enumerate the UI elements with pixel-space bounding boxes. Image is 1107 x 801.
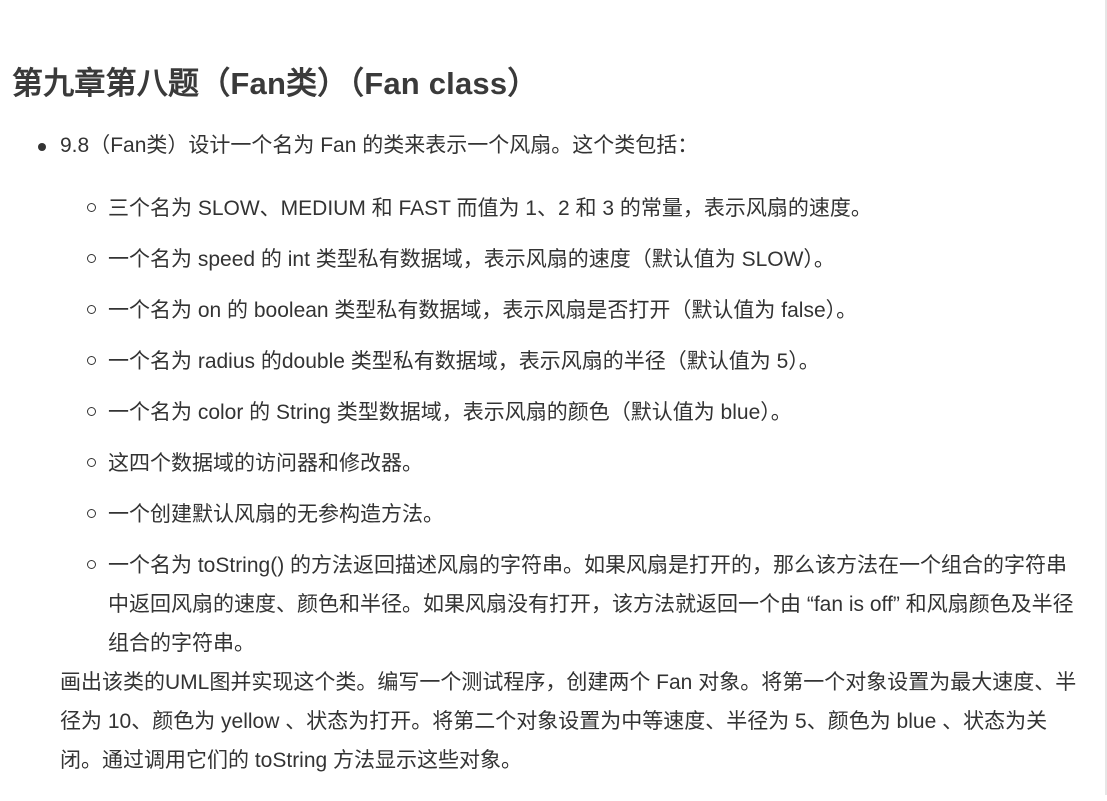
bullet-circle-icon bbox=[87, 254, 96, 263]
exercise-intro: 9.8（Fan类）设计一个名为 Fan 的类来表示一个风扇。这个类包括： bbox=[60, 134, 699, 157]
bullet-circle-icon bbox=[87, 203, 96, 212]
article-body: 9.8（Fan类）设计一个名为 Fan 的类来表示一个风扇。这个类包括： 三个名… bbox=[38, 126, 1088, 801]
requirement-item: 三个名为 SLOW、MEDIUM 和 FAST 而值为 1、2 和 3 的常量，… bbox=[60, 189, 1088, 228]
exercise-list: 9.8（Fan类）设计一个名为 Fan 的类来表示一个风扇。这个类包括： 三个名… bbox=[38, 126, 1088, 663]
requirement-text: 一个名为 toString() 的方法返回描述风扇的字符串。如果风扇是打开的，那… bbox=[108, 554, 1074, 655]
requirement-text: 一个名为 radius 的double 类型私有数据域，表示风扇的半径（默认值为… bbox=[108, 350, 820, 373]
exercise-item: 9.8（Fan类）设计一个名为 Fan 的类来表示一个风扇。这个类包括： 三个名… bbox=[38, 126, 1088, 663]
requirement-text: 三个名为 SLOW、MEDIUM 和 FAST 而值为 1、2 和 3 的常量，… bbox=[108, 197, 872, 220]
task-paragraph: 画出该类的UML图并实现这个类。编写一个测试程序，创建两个 Fan 对象。将第一… bbox=[60, 671, 1077, 772]
requirement-text: 这四个数据域的访问器和修改器。 bbox=[108, 452, 423, 475]
bullet-circle-icon bbox=[87, 305, 96, 314]
requirement-item: 一个名为 color 的 String 类型数据域，表示风扇的颜色（默认值为 b… bbox=[60, 393, 1088, 432]
bullet-disc-icon bbox=[38, 143, 46, 151]
requirement-item: 一个名为 radius 的double 类型私有数据域，表示风扇的半径（默认值为… bbox=[60, 342, 1088, 381]
requirement-text: 一个名为 speed 的 int 类型私有数据域，表示风扇的速度（默认值为 SL… bbox=[108, 248, 835, 271]
requirement-item: 一个名为 toString() 的方法返回描述风扇的字符串。如果风扇是打开的，那… bbox=[60, 546, 1088, 663]
bullet-circle-icon bbox=[87, 458, 96, 467]
requirement-item: 这四个数据域的访问器和修改器。 bbox=[60, 444, 1088, 483]
requirement-item: 一个名为 on 的 boolean 类型私有数据域，表示风扇是否打开（默认值为 … bbox=[60, 291, 1088, 330]
bullet-circle-icon bbox=[87, 560, 96, 569]
requirement-text: 一个名为 on 的 boolean 类型私有数据域，表示风扇是否打开（默认值为 … bbox=[108, 299, 858, 322]
bullet-circle-icon bbox=[87, 509, 96, 518]
requirement-item: 一个名为 speed 的 int 类型私有数据域，表示风扇的速度（默认值为 SL… bbox=[60, 240, 1088, 279]
bullet-circle-icon bbox=[87, 356, 96, 365]
requirement-list: 三个名为 SLOW、MEDIUM 和 FAST 而值为 1、2 和 3 的常量，… bbox=[60, 189, 1088, 663]
requirement-text: 一个名为 color 的 String 类型数据域，表示风扇的颜色（默认值为 b… bbox=[108, 401, 792, 424]
requirement-text: 一个创建默认风扇的无参构造方法。 bbox=[108, 503, 444, 526]
bullet-circle-icon bbox=[87, 407, 96, 416]
requirement-item: 一个创建默认风扇的无参构造方法。 bbox=[60, 495, 1088, 534]
page-title: 第九章第八题（Fan类）（Fan class） bbox=[12, 66, 539, 101]
